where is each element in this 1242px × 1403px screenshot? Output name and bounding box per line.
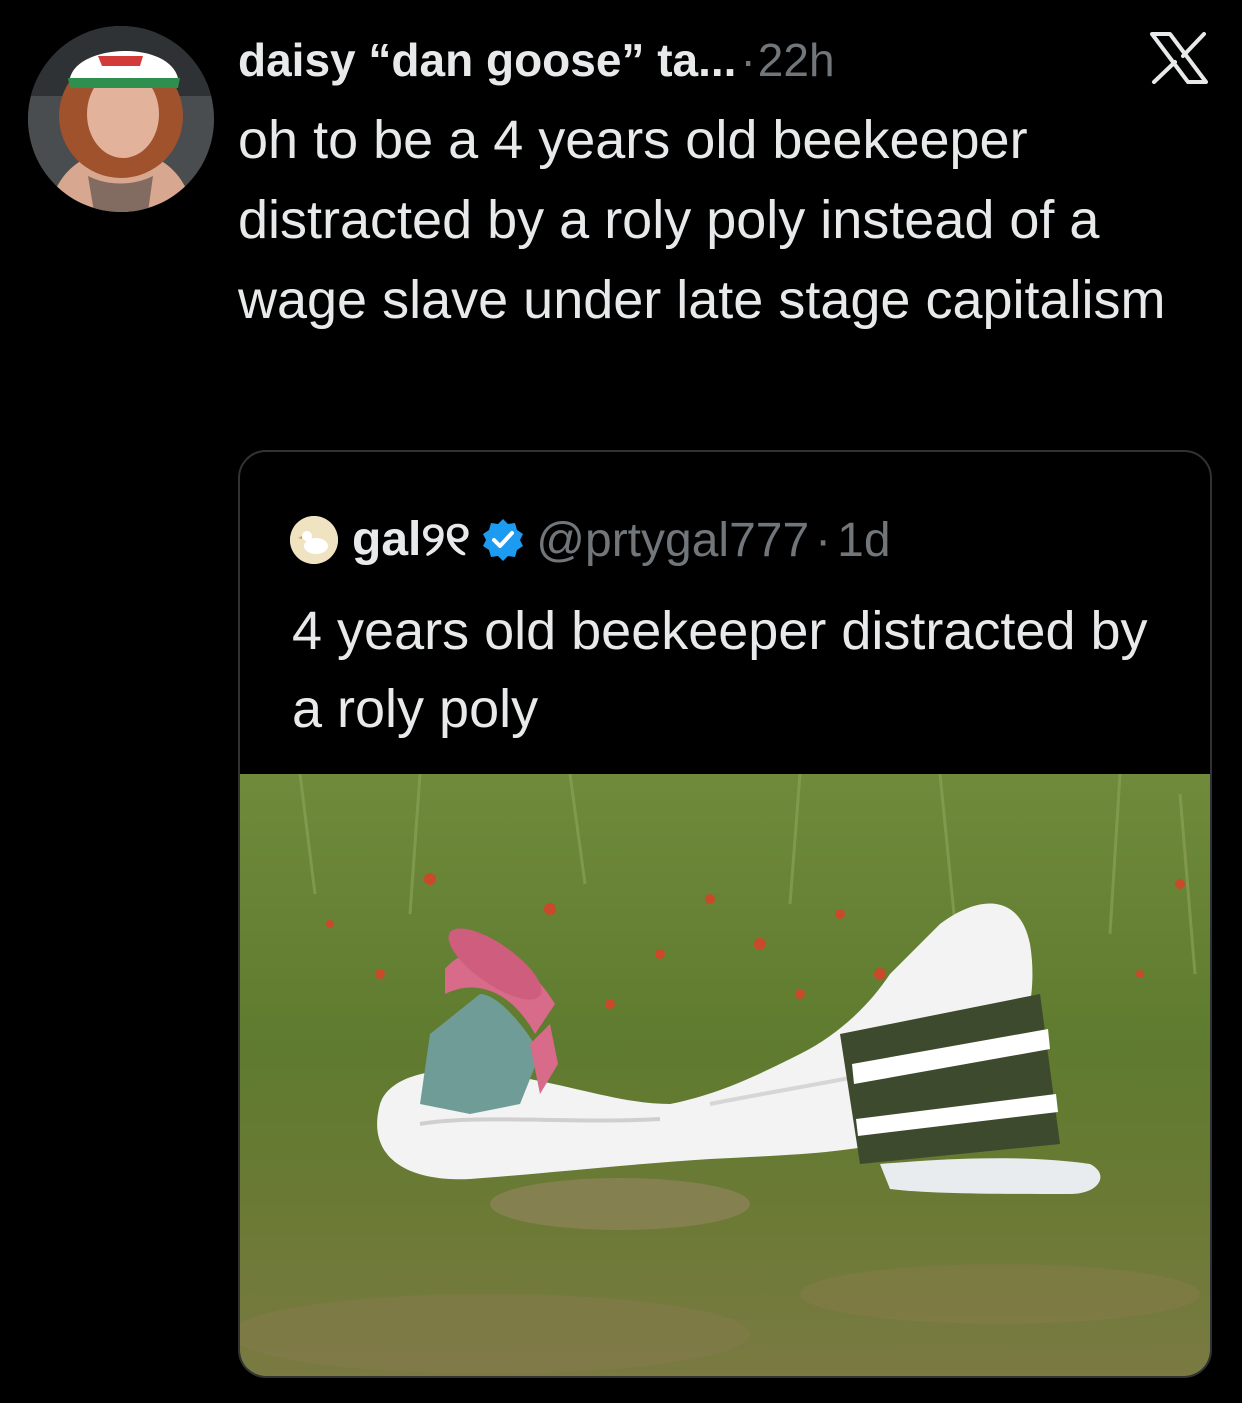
- author-name[interactable]: daisy “dan goose” ta...: [238, 37, 736, 83]
- quoted-tweet[interactable]: gal୨୧ @prtygal777 · 1d 4 years old beeke…: [238, 450, 1212, 1378]
- quoted-tweet-photo[interactable]: [240, 774, 1210, 1376]
- author-avatar[interactable]: [28, 26, 214, 212]
- tweet-text: oh to be a 4 years old beekeeper distrac…: [238, 110, 1166, 330]
- quoted-author-name[interactable]: gal୨୧: [352, 512, 470, 568]
- quoted-tweet-text: 4 years old beekeeper distracted by a ro…: [292, 601, 1148, 739]
- quoted-header-separator: ·: [815, 513, 832, 567]
- tweet: daisy “dan goose” ta... · 22h oh to be a…: [0, 0, 1242, 1403]
- quoted-tweet-timestamp[interactable]: 1d: [837, 513, 890, 568]
- header-separator: ·: [740, 34, 756, 86]
- quoted-tweet-header: gal୨୧ @prtygal777 · 1d: [290, 510, 891, 570]
- tweet-header: daisy “dan goose” ta... · 22h: [238, 28, 1198, 92]
- verified-badge-icon: [483, 519, 524, 561]
- tweet-timestamp[interactable]: 22h: [758, 37, 835, 83]
- x-logo-icon[interactable]: [1150, 32, 1208, 84]
- quoted-author-handle[interactable]: @prtygal777: [536, 513, 809, 568]
- quoted-author-avatar[interactable]: [290, 516, 338, 564]
